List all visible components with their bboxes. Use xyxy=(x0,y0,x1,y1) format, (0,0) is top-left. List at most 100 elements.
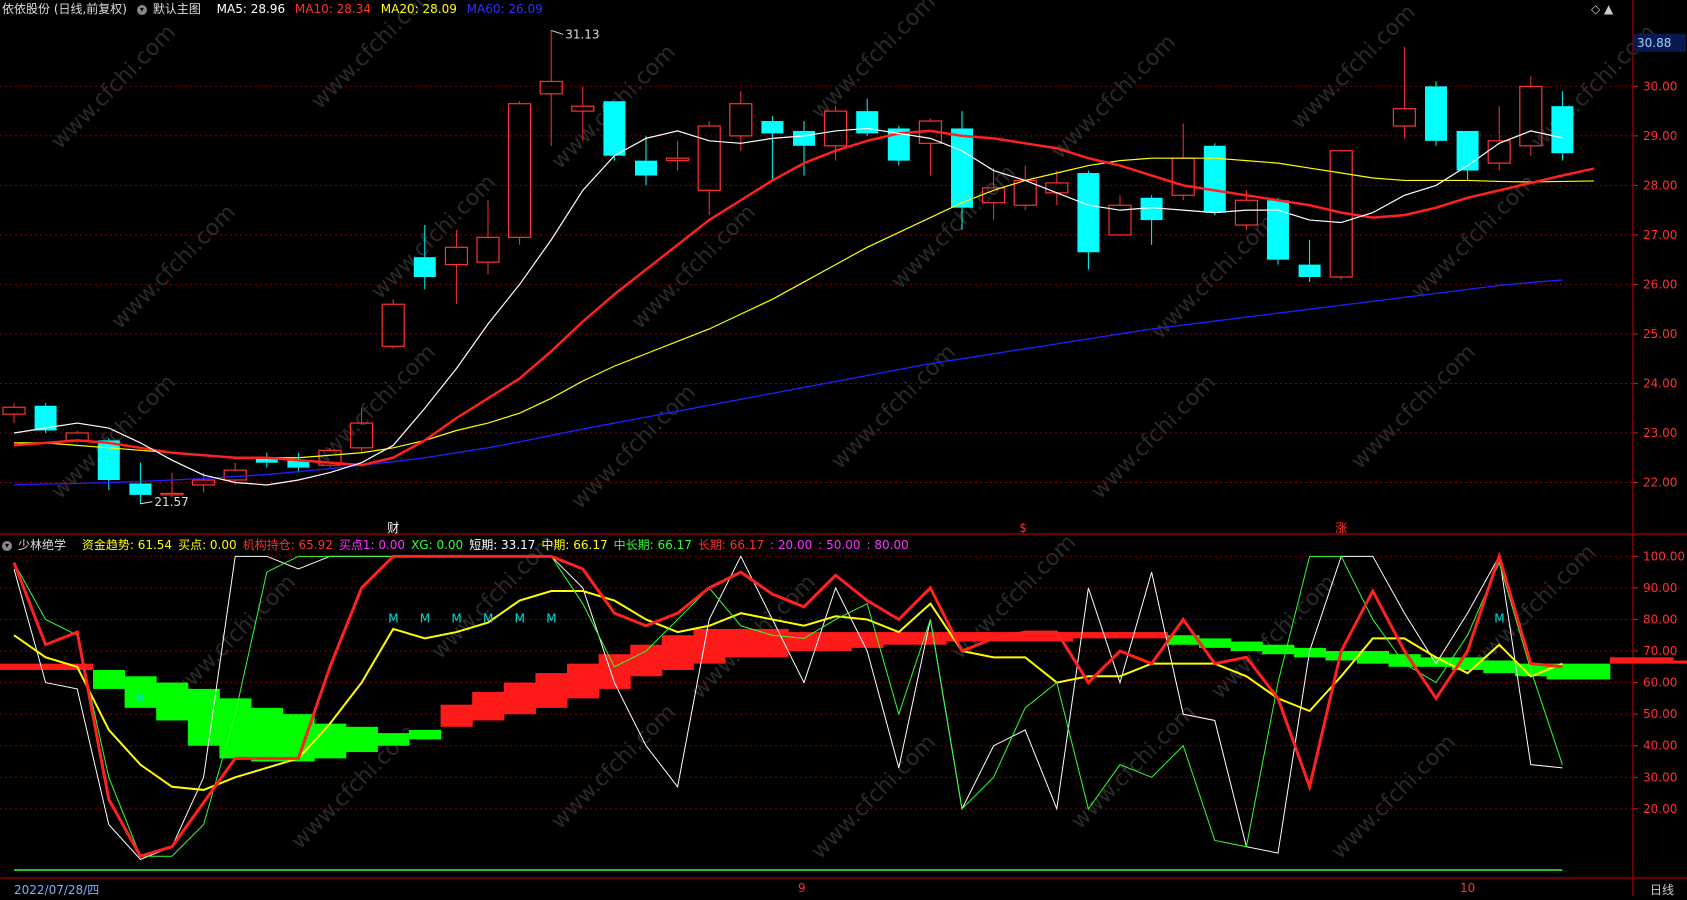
main-tick-label: 22.00 xyxy=(1643,475,1677,489)
candle-body-down xyxy=(1077,173,1100,253)
indicator-block xyxy=(1072,632,1105,639)
indicator-block xyxy=(314,723,347,759)
indicator-readout: : 80.00 xyxy=(866,538,909,552)
indicator-block xyxy=(472,692,505,721)
indicator-readout: 中长期: 66.17 xyxy=(613,538,692,552)
main-chart-header: 依依股份 (日线,前复权) ▾ 默认主图 MA5: 28.96 MA10: 28.… xyxy=(2,1,549,17)
stock-chart-window: www.cfchi.com www.cfchi.com www.cfchi.com w… xyxy=(0,0,1687,898)
indicator-tick-label: 40.00 xyxy=(1643,739,1677,753)
indicator-block xyxy=(1262,644,1295,655)
indicator-block xyxy=(1609,657,1642,664)
indicator-block xyxy=(1135,632,1168,639)
ma5-readout: MA5: 28.96 xyxy=(216,2,286,16)
indicator-readout: 买点: 0.00 xyxy=(178,538,237,552)
signal-6-label: 6 xyxy=(136,691,144,705)
indicator-readout: XG: 0.00 xyxy=(411,538,464,552)
event-marker: $ xyxy=(1019,521,1027,535)
indicator-block xyxy=(156,682,189,721)
month-9-label: 9 xyxy=(798,881,806,895)
indicator-readout: 中期: 66.17 xyxy=(541,538,608,552)
chart-canvas: www.cfchi.com www.cfchi.com www.cfchi.com w… xyxy=(0,0,1687,896)
indicator-block xyxy=(251,707,284,762)
high-label: 31.13 xyxy=(565,27,599,41)
candle-body-down xyxy=(129,483,152,495)
indicator-block xyxy=(630,644,663,677)
m-signal-label: M xyxy=(546,612,556,626)
candle-body-down xyxy=(1456,130,1479,171)
indicator-block xyxy=(93,669,126,689)
indicator-block xyxy=(914,632,947,645)
indicator-block xyxy=(883,632,916,645)
chevron-down-icon: ▾ xyxy=(136,4,147,15)
date-readout: 2022/07/28/四 xyxy=(14,883,100,897)
main-tick-label: 24.00 xyxy=(1643,376,1677,390)
candle-body-down xyxy=(1203,145,1226,213)
indicator-block xyxy=(377,733,410,746)
indicator-tick-label: 50.00 xyxy=(1643,707,1677,721)
indicator-block xyxy=(1578,663,1611,680)
indicator-tick-label: 80.00 xyxy=(1643,612,1677,626)
candle-body-down xyxy=(1551,106,1574,154)
candle-body-down xyxy=(603,101,626,156)
indicator-block xyxy=(345,726,378,753)
event-marker: 财 xyxy=(387,521,399,535)
low-label: 21.57 xyxy=(154,495,188,509)
stock-title: 依依股份 (日线,前复权) xyxy=(2,2,127,16)
m-signal-label: M xyxy=(515,612,525,626)
period-label[interactable]: 日线 xyxy=(1650,881,1674,898)
indicator-block xyxy=(29,663,62,670)
main-tick-label: 25.00 xyxy=(1643,327,1677,341)
indicator-block xyxy=(1104,632,1137,639)
indicator-block xyxy=(693,628,726,664)
indicator-block xyxy=(819,632,852,652)
window-controls[interactable]: ◇ ▲ xyxy=(1591,1,1613,17)
indicator-tick-label: 30.00 xyxy=(1643,770,1677,784)
candle-body-down xyxy=(951,128,973,208)
m-signal-label: M xyxy=(388,612,398,626)
indicator-block xyxy=(440,704,473,727)
candle-body-down xyxy=(635,160,657,176)
indicator-selector[interactable]: ▾ 少林绝学 xyxy=(2,538,72,552)
main-tick-label: 28.00 xyxy=(1643,178,1677,192)
m-signal-label: M xyxy=(483,612,493,626)
main-tick-label: 29.00 xyxy=(1643,129,1677,143)
ma10-readout: MA10: 28.34 xyxy=(294,2,371,16)
indicator-block xyxy=(0,663,31,670)
candle-body-down xyxy=(1425,86,1447,141)
main-chart-selector[interactable]: ▾ 默认主图 xyxy=(136,2,207,16)
indicator-block xyxy=(409,729,442,740)
main-tick-label: 27.00 xyxy=(1643,228,1677,242)
main-chart-label: 默认主图 xyxy=(152,2,201,16)
current-price-label: 30.88 xyxy=(1637,36,1671,50)
candle-body-down xyxy=(761,121,784,134)
indicator-block xyxy=(1673,660,1687,664)
m-signal-label: M xyxy=(420,612,430,626)
indicator-name: 少林绝学 xyxy=(18,538,67,552)
indicator-tick-label: 70.00 xyxy=(1643,644,1677,658)
main-tick-label: 26.00 xyxy=(1643,277,1677,291)
indicator-block xyxy=(725,628,758,658)
indicator-block xyxy=(503,682,536,715)
indicator-tick-label: 100.00 xyxy=(1643,549,1685,563)
indicator-block xyxy=(661,635,694,670)
indicator-block xyxy=(1230,641,1263,652)
m-signal-label: M xyxy=(451,612,461,626)
indicator-tick-label: 20.00 xyxy=(1643,802,1677,816)
indicator-tick-label: 60.00 xyxy=(1643,676,1677,690)
indicator-readout: 长期: 66.17 xyxy=(697,538,765,552)
indicator-readout: 机构持仓: 65.92 xyxy=(242,538,333,552)
event-marker: 涨 xyxy=(1335,520,1347,535)
indicator-block xyxy=(1483,660,1516,674)
candle-body-down xyxy=(1140,197,1163,221)
main-tick-label: 23.00 xyxy=(1643,426,1677,440)
month-10-label: 10 xyxy=(1460,881,1476,895)
indicator-block xyxy=(567,663,600,699)
ma60-readout: MA60: 26.09 xyxy=(466,2,543,16)
indicator-block xyxy=(1641,657,1674,664)
candle-body-down xyxy=(1267,200,1289,260)
indicator-block xyxy=(1388,654,1421,667)
candle-body-down xyxy=(793,130,815,146)
indicator-tick-label: 90.00 xyxy=(1643,581,1677,595)
indicator-readout: 买点1: 0.00 xyxy=(338,538,406,552)
indicator-header: ▾ 少林绝学 资金趋势: 61.54 买点: 0.00 机构持仓: 65.92 买点1:… xyxy=(2,537,915,553)
